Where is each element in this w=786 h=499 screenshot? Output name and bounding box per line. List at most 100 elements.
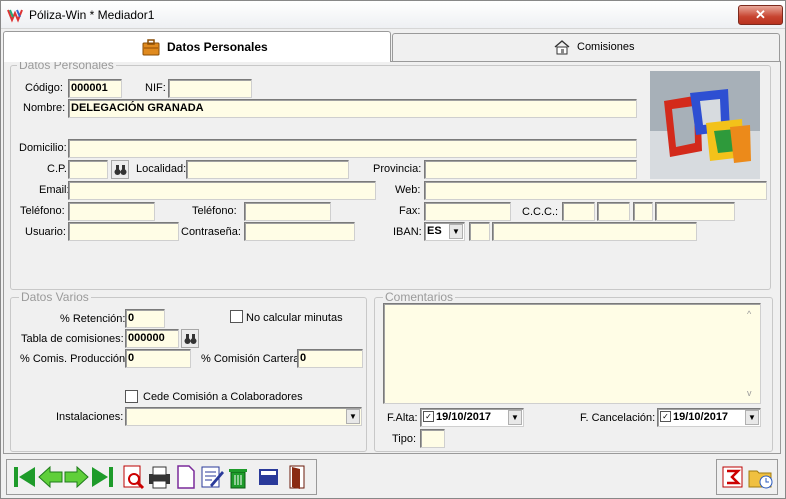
tab-comisiones[interactable]: Comisiones [392,33,780,61]
falta-label: F.Alta: [387,412,418,424]
codigo-label: Código: [25,82,63,94]
web-field[interactable] [424,181,767,200]
telefono1-label: Teléfono: [20,205,65,217]
first-record-icon[interactable] [11,463,38,491]
scroll-down-icon[interactable]: v [747,385,752,401]
chevron-down-icon: ▼ [346,409,360,424]
tipo-field[interactable] [420,429,445,448]
cede-comision-checkbox[interactable] [125,390,138,403]
contrasena-field[interactable] [244,222,355,241]
falta-value: 19/10/2017 [436,411,492,423]
app-window: Póliza-Win * Mediador1 ✕ Datos Personale… [0,0,786,499]
nif-field[interactable] [168,79,252,98]
ccc-label: C.C.C.: [522,206,559,218]
nif-label: NIF: [145,82,166,94]
folder-clock-icon[interactable] [747,463,774,491]
ccc-oficina-field[interactable] [597,202,630,221]
close-button[interactable]: ✕ [738,5,783,25]
tabla-comisiones-label: Tabla de comisiones: [21,333,124,345]
scanner-icon[interactable] [255,463,282,491]
calendar-dropdown-icon[interactable]: ▼ [508,410,522,425]
telefono1-field[interactable] [68,202,155,221]
comis-cartera-field[interactable]: 0 [297,349,363,368]
fcancel-check-icon[interactable]: ✓ [660,411,671,422]
cp-field[interactable] [68,160,108,179]
secondary-toolbar [716,459,778,495]
web-label: Web: [395,184,421,196]
email-field[interactable] [68,181,376,200]
binoculars-icon [184,334,197,344]
provincia-label: Provincia: [373,163,422,175]
next-record-icon[interactable] [63,463,90,491]
chevron-down-icon: ▼ [449,224,463,239]
cp-label: C.P.: [47,163,71,175]
comentarios-scrollbar[interactable]: ^ v [743,304,760,403]
codigo-field[interactable]: 000001 [68,79,122,98]
tab-datos-personales-label: Datos Personales [167,40,268,54]
tab-datos-personales[interactable]: Datos Personales [3,31,391,62]
fcancel-label: F. Cancelación: [580,412,656,424]
title-bar: Póliza-Win * Mediador1 ✕ [1,1,785,29]
tabla-search-button[interactable] [181,329,199,348]
falta-check-icon[interactable]: ✓ [423,411,434,422]
telefono2-field[interactable] [244,202,331,221]
ccc-cuenta-field[interactable] [655,202,735,221]
comis-produccion-field[interactable]: 0 [125,349,191,368]
tabla-comisiones-field[interactable]: 000000 [125,329,179,348]
nombre-label: Nombre: [23,102,66,114]
email-label: Email: [39,184,70,196]
localidad-field[interactable] [186,160,349,179]
close-icon: ✕ [755,7,766,22]
binoculars-icon [114,165,127,175]
fax-field[interactable] [424,202,511,221]
fax-label: Fax: [399,205,421,217]
company-logo-image [650,71,760,179]
falta-datepicker[interactable]: ✓ 19/10/2017 ▼ [420,408,524,427]
iban-label: IBAN: [393,226,422,238]
calendar-dropdown-icon[interactable]: ▼ [745,410,759,425]
retencion-field[interactable]: 0 [125,309,165,328]
domicilio-field[interactable] [68,139,637,158]
ccc-dc-field[interactable] [633,202,653,221]
no-calcular-checkbox[interactable] [230,310,243,323]
iban-dc-field[interactable] [469,222,490,241]
print-icon[interactable] [146,463,173,491]
edit-document-icon[interactable] [198,463,225,491]
iban-country-select[interactable]: ES ▼ [424,222,465,241]
fcancel-value: 19/10/2017 [673,411,729,423]
comentarios-textarea[interactable]: ^ v [383,303,761,404]
domicilio-label: Domicilio: [19,142,67,154]
cede-comision-label: Cede Comisión a Colaboradores [143,391,303,403]
search-document-icon[interactable] [120,463,147,491]
usuario-field[interactable] [68,222,179,241]
ccc-entidad-field[interactable] [562,202,595,221]
exit-door-icon[interactable] [283,463,310,491]
iban-country-value: ES [427,225,442,237]
last-record-icon[interactable] [89,463,116,491]
briefcase-icon [142,39,160,56]
iban-account-field[interactable] [492,222,697,241]
instalaciones-select[interactable]: ▼ [125,407,362,426]
contrasena-label: Contraseña: [181,226,241,238]
cp-search-button[interactable] [111,160,129,179]
fcancel-datepicker[interactable]: ✓ 19/10/2017 ▼ [657,408,761,427]
comis-cartera-label: % Comisión Cartera: [201,353,303,365]
instalaciones-label: Instalaciones: [56,411,124,423]
localidad-label: Localidad: [136,163,187,175]
delete-trash-icon[interactable] [224,463,251,491]
datos-varios-title: Datos Varios [19,290,91,304]
no-calcular-label: No calcular minutas [246,312,343,324]
comis-produccion-label: % Comis. Producción: [20,353,129,365]
telefono2-label: Teléfono: [192,205,237,217]
house-icon [554,40,570,55]
window-title: Póliza-Win * Mediador1 [29,8,155,22]
sigma-calculate-icon[interactable] [720,463,747,491]
tab-comisiones-label: Comisiones [577,41,635,53]
provincia-field[interactable] [424,160,637,179]
scroll-up-icon[interactable]: ^ [747,306,751,322]
nombre-field[interactable]: DELEGACIÓN GRANADA [68,99,637,118]
comentarios-title: Comentarios [383,290,456,304]
app-logo-icon [7,9,23,23]
previous-record-icon[interactable] [37,463,64,491]
new-document-icon[interactable] [172,463,199,491]
